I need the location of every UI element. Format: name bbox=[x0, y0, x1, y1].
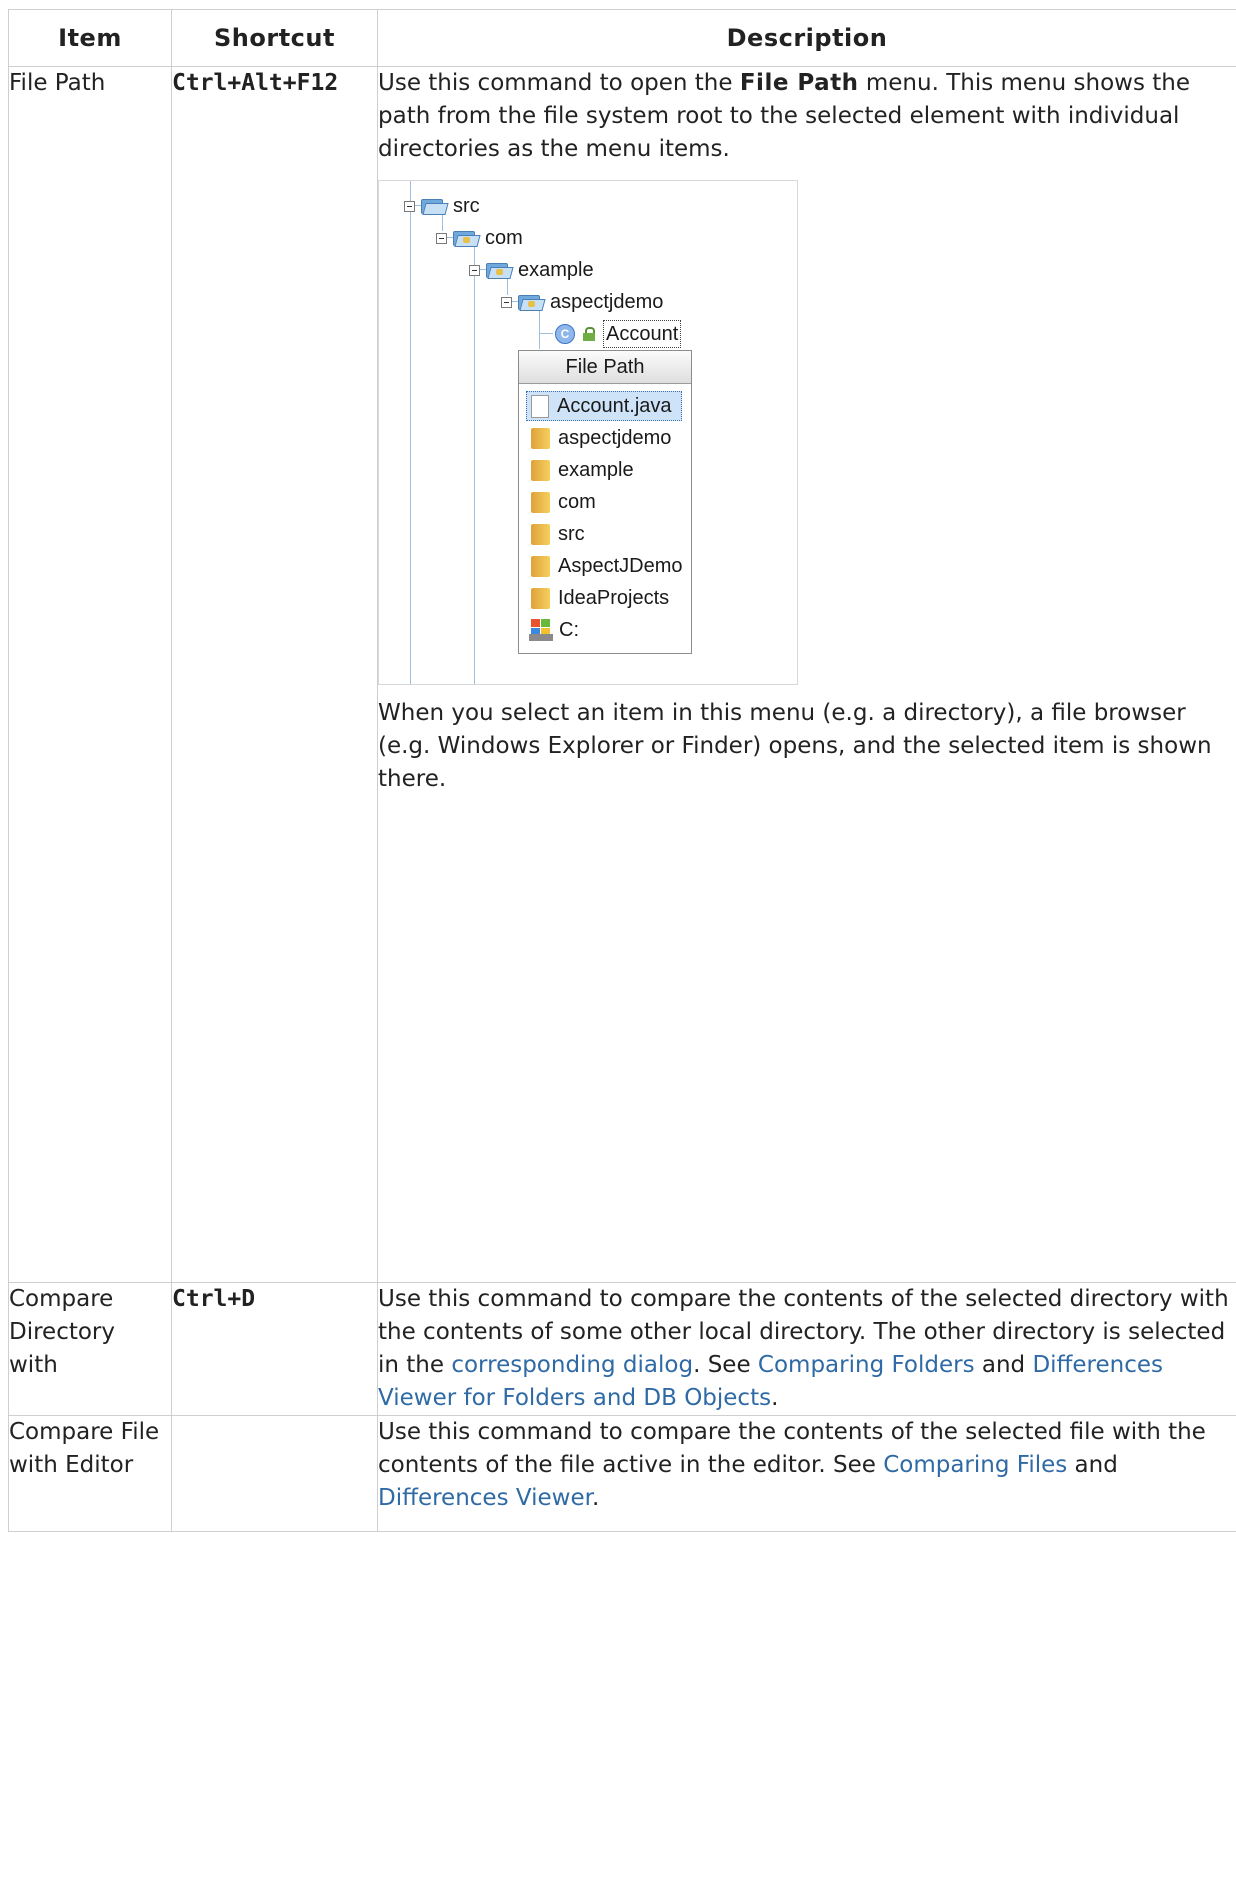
file-path-screenshot: src com example aspectjdemo C Account Fi… bbox=[378, 180, 798, 685]
tree-node-src[interactable]: src bbox=[404, 191, 480, 221]
shortcut-cell bbox=[171, 1415, 378, 1532]
tree-node-label: aspectjdemo bbox=[550, 290, 664, 313]
description-cell: Use this command to compare the contents… bbox=[377, 1282, 1236, 1416]
item-name: Compare File with Editor bbox=[9, 1419, 160, 1478]
description-text: Use this command to open the File Path m… bbox=[378, 70, 1191, 162]
tree-node-label: example bbox=[518, 258, 594, 281]
package-folder-icon bbox=[486, 261, 514, 279]
item-name: File Path bbox=[9, 70, 106, 96]
popup-item-aspectjdemo-project[interactable]: AspectJDemo bbox=[527, 551, 683, 581]
folder-icon bbox=[531, 523, 550, 545]
tree-node-example[interactable]: example bbox=[469, 255, 594, 285]
tree-node-label: com bbox=[485, 226, 523, 249]
collapse-icon[interactable] bbox=[469, 264, 480, 276]
header-item: Item bbox=[8, 9, 172, 67]
open-folder-icon bbox=[421, 197, 449, 215]
shortcut-cell: Ctrl+D bbox=[171, 1282, 378, 1416]
tree-node-aspectjdemo[interactable]: aspectjdemo bbox=[501, 287, 663, 317]
lock-icon bbox=[582, 327, 596, 341]
item-name: Compare Directory with bbox=[9, 1286, 116, 1378]
popup-item-aspectjdemo[interactable]: aspectjdemo bbox=[527, 423, 671, 453]
item-cell: File Path bbox=[8, 66, 172, 1283]
class-icon: C bbox=[555, 324, 575, 344]
collapse-icon[interactable] bbox=[501, 296, 512, 308]
shortcut-table: Item Shortcut Description File Path Ctrl… bbox=[8, 9, 1236, 1532]
comparing-folders-link[interactable]: Comparing Folders bbox=[758, 1352, 975, 1378]
package-folder-icon bbox=[453, 229, 481, 247]
popup-item-ideaprojects[interactable]: IdeaProjects bbox=[527, 583, 669, 613]
corresponding-dialog-link[interactable]: corresponding dialog bbox=[451, 1352, 693, 1378]
shortcut-keys: Ctrl+Alt+F12 bbox=[172, 70, 339, 96]
shortcut-keys: Ctrl+D bbox=[172, 1286, 256, 1312]
file-icon bbox=[531, 394, 549, 418]
popup-item-com[interactable]: com bbox=[527, 487, 596, 517]
tree-node-account[interactable]: C Account bbox=[555, 319, 682, 349]
folder-icon bbox=[531, 427, 550, 449]
description-cell: Use this command to open the File Path m… bbox=[377, 66, 1236, 1283]
description-text: Use this command to compare the contents… bbox=[378, 1286, 1229, 1411]
tree-node-label: src bbox=[453, 194, 480, 217]
table-row: Compare File with Editor Use this comman… bbox=[8, 1415, 1236, 1532]
ui-term: File Path bbox=[739, 70, 859, 96]
popup-item-example[interactable]: example bbox=[527, 455, 634, 485]
item-cell: Compare File with Editor bbox=[8, 1415, 172, 1532]
collapse-icon[interactable] bbox=[436, 232, 447, 244]
item-cell: Compare Directory with bbox=[8, 1282, 172, 1416]
folder-icon bbox=[531, 459, 550, 481]
description-text: Use this command to compare the contents… bbox=[378, 1419, 1206, 1511]
popup-item-src[interactable]: src bbox=[527, 519, 585, 549]
tree-node-label: Account bbox=[603, 320, 682, 348]
table-header-row: Item Shortcut Description bbox=[8, 9, 1236, 67]
popup-title: File Path bbox=[519, 351, 691, 384]
folder-icon bbox=[531, 555, 550, 577]
header-description: Description bbox=[377, 9, 1236, 67]
description-cell: Use this command to compare the contents… bbox=[377, 1415, 1236, 1532]
table-row: Compare Directory with Ctrl+D Use this c… bbox=[8, 1282, 1236, 1416]
tree-node-com[interactable]: com bbox=[436, 223, 523, 253]
package-folder-icon bbox=[518, 293, 546, 311]
popup-item-drive-c[interactable]: C: bbox=[527, 615, 579, 645]
collapse-icon[interactable] bbox=[404, 200, 415, 212]
differences-viewer-link[interactable]: Differences Viewer bbox=[378, 1485, 592, 1511]
drive-icon bbox=[529, 619, 553, 641]
comparing-files-link[interactable]: Comparing Files bbox=[883, 1452, 1067, 1478]
table-row: File Path Ctrl+Alt+F12 Use this command … bbox=[8, 66, 1236, 1283]
popup-item-account-java[interactable]: Account.java bbox=[526, 391, 682, 421]
file-path-popup: File Path Account.java aspectjdemo examp… bbox=[518, 350, 692, 654]
description-followup-text: When you select an item in this menu (e.… bbox=[378, 700, 1212, 792]
shortcut-cell: Ctrl+Alt+F12 bbox=[171, 66, 378, 1283]
header-shortcut: Shortcut bbox=[171, 9, 378, 67]
folder-icon bbox=[531, 491, 550, 513]
folder-icon bbox=[531, 587, 550, 609]
